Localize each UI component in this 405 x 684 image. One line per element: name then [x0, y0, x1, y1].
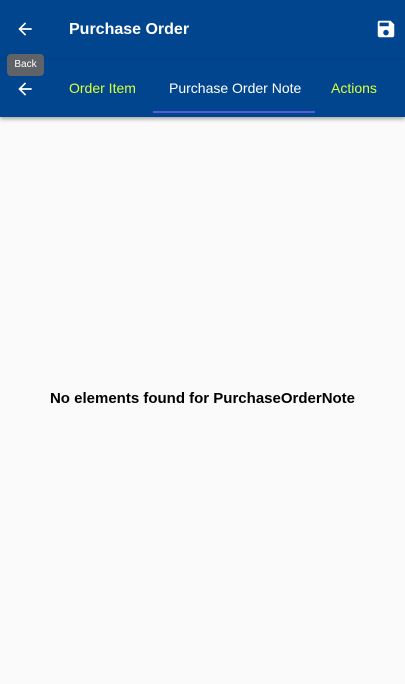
- arrow-left-icon: [18, 22, 32, 36]
- tab-order-item[interactable]: Order Item: [69, 60, 136, 117]
- active-tab-indicator: [153, 111, 315, 113]
- empty-state-message: No elements found for PurchaseOrderNote: [49, 390, 356, 407]
- tab-bar: Order Item Purchase Order Note Actions: [0, 60, 405, 117]
- tab-actions[interactable]: Actions: [331, 60, 377, 117]
- save-button[interactable]: [366, 9, 405, 49]
- page-title: Purchase Order: [69, 21, 190, 38]
- back-button[interactable]: [5, 9, 45, 49]
- back-tooltip: Back: [7, 54, 44, 76]
- tab-purchase-order-note[interactable]: Purchase Order Note: [169, 60, 301, 117]
- floppy-disk-icon: [377, 20, 395, 38]
- arrow-left-icon: [18, 82, 32, 96]
- app-bar: Purchase Order: [0, 0, 405, 60]
